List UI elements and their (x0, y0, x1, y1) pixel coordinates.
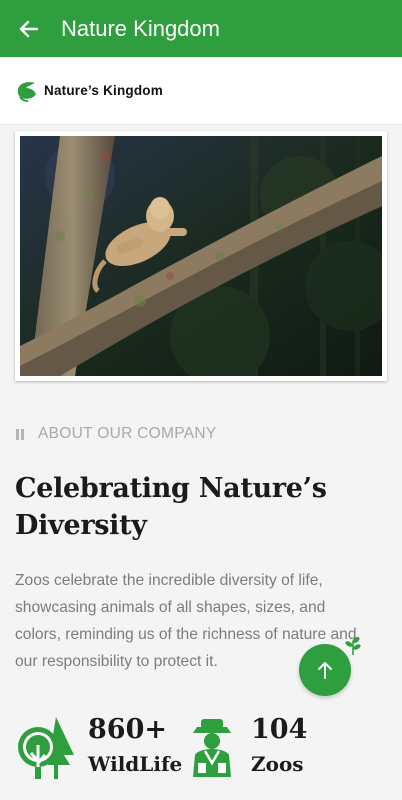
stats-row: 860+ WildLife 104 Zoos (0, 712, 402, 782)
arrow-left-icon (19, 20, 39, 37)
rabbit-logo-icon (17, 81, 36, 102)
arrow-up-icon (318, 662, 332, 679)
trees-icon (18, 717, 74, 779)
stat-zoos-label: Zoos (251, 752, 304, 776)
brand-name: Nature’s Kingdom (44, 83, 163, 98)
heading-line-1: Celebrating Nature’s (15, 473, 327, 504)
back-button[interactable] (17, 17, 41, 41)
section-eyebrow: ABOUT OUR COMPANY (16, 425, 217, 443)
heading-line-2: Diversity (15, 510, 147, 541)
stat-wildlife-label: WildLife (88, 752, 183, 776)
stat-zoos-number: 104 (251, 714, 308, 745)
app-title: Nature Kingdom (61, 15, 220, 41)
hero-lioness-image (20, 136, 382, 376)
hero-image-frame (15, 131, 387, 381)
section-heading: Celebrating Nature’s Diversity (15, 470, 375, 544)
leaf-sprig-icon (345, 636, 361, 655)
app-bar: Nature Kingdom (0, 0, 402, 57)
eyebrow-bars-icon (16, 428, 24, 440)
brand-bar: Nature’s Kingdom (0, 57, 402, 125)
zookeeper-icon (193, 719, 231, 777)
eyebrow-label: ABOUT OUR COMPANY (38, 425, 217, 442)
stat-wildlife-number: 860+ (88, 714, 167, 745)
